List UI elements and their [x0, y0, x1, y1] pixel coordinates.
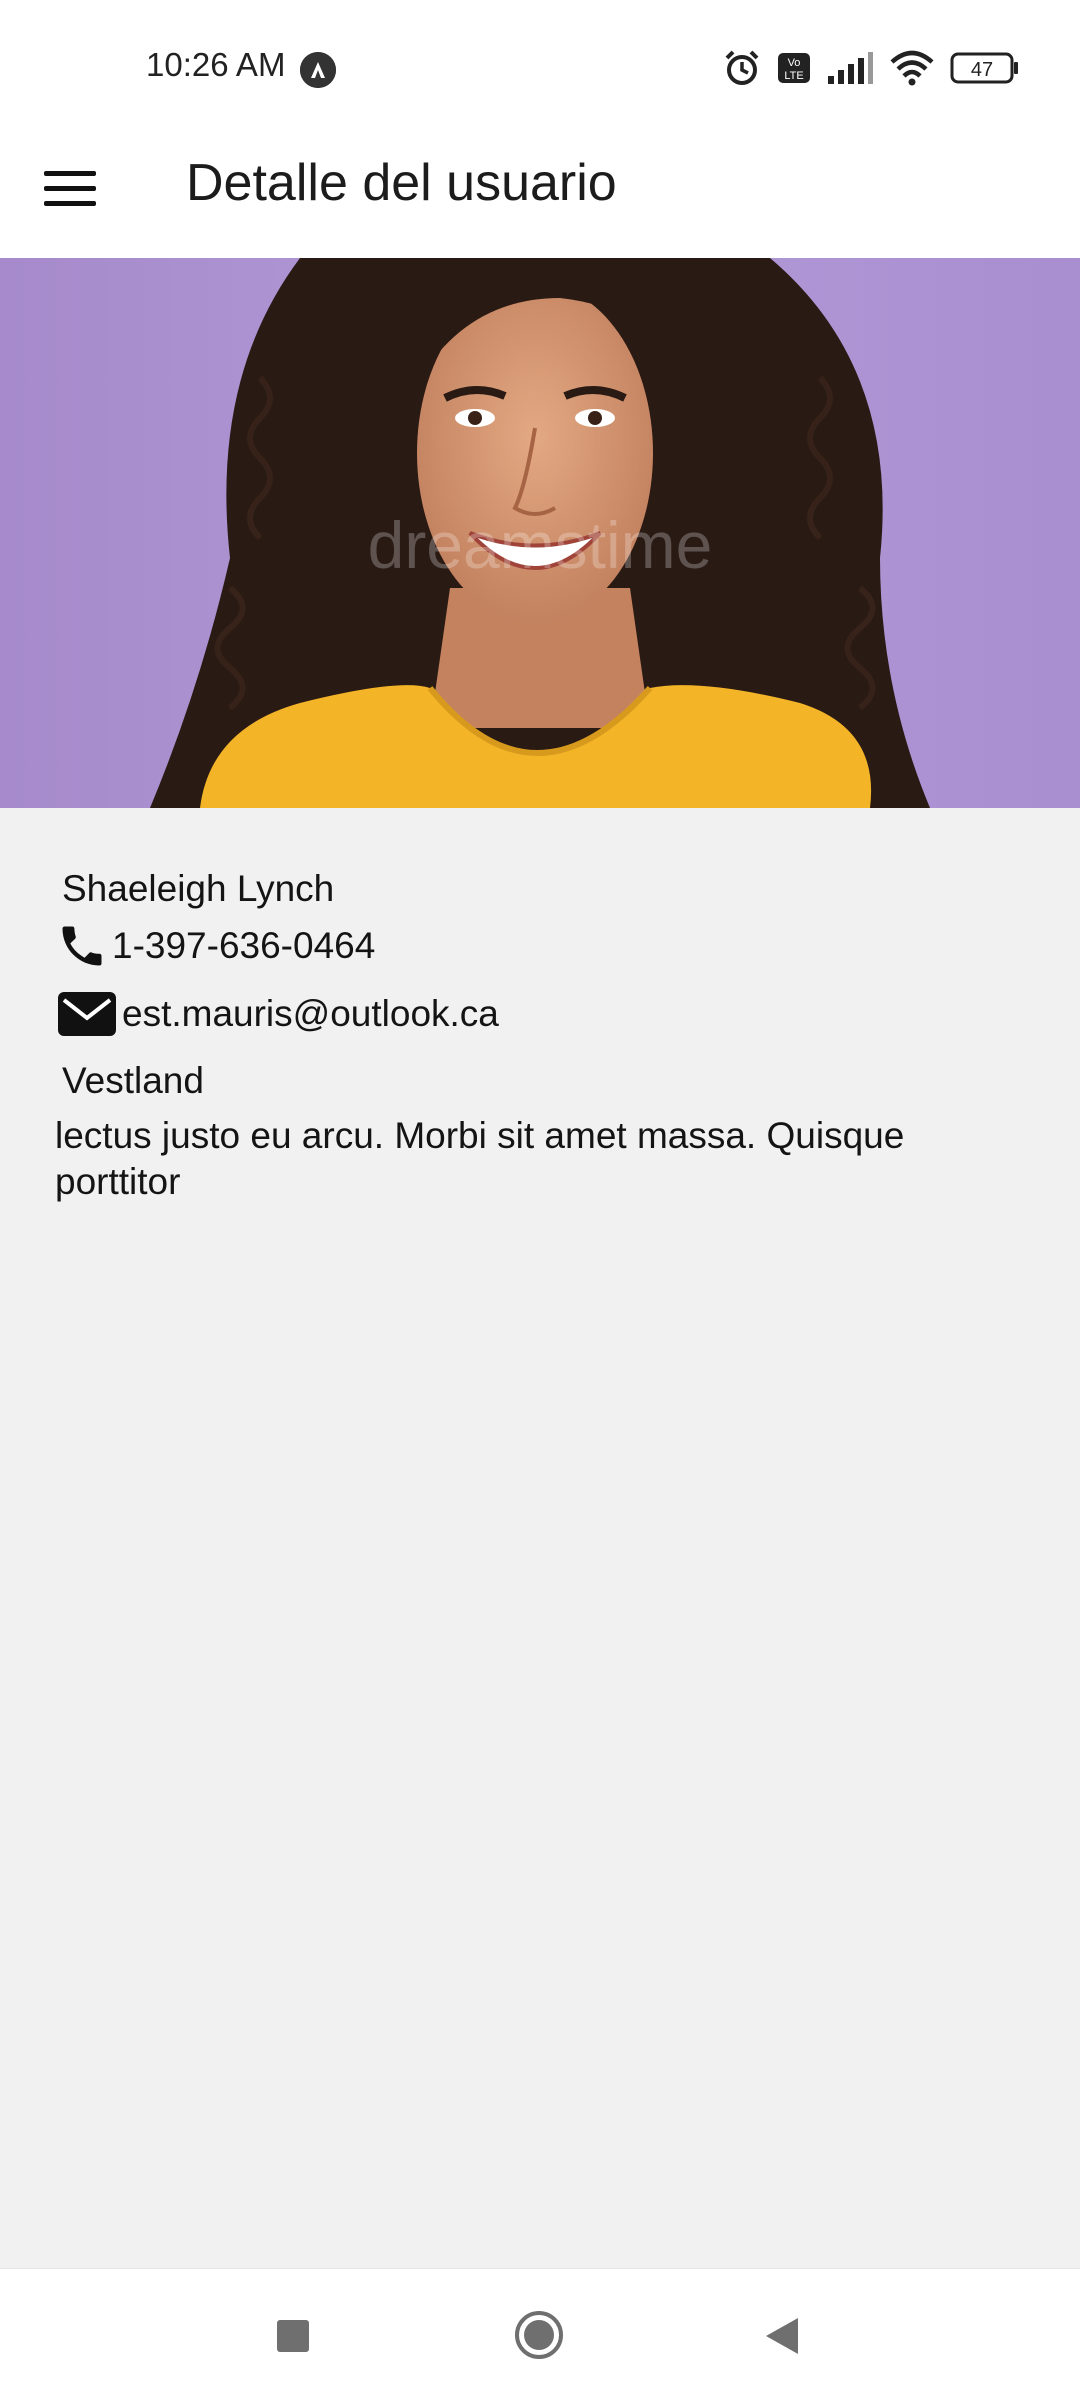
volte-icon: Vo LTE: [776, 50, 812, 91]
signal-icon: [826, 50, 874, 91]
page-title: Detalle del usuario: [186, 154, 617, 212]
status-icons: Vo LTE 47: [722, 48, 1020, 93]
email-icon: [56, 988, 118, 1040]
alarm-icon: [722, 48, 762, 93]
watermark-text: dreamstime: [368, 508, 713, 582]
back-triangle-icon[interactable]: [762, 2316, 802, 2361]
user-photo: dreamstime: [0, 258, 1080, 808]
battery-icon: 47: [950, 51, 1020, 90]
system-nav-bar: [0, 2268, 1080, 2400]
phone-number: 1-397-636-0464: [112, 925, 376, 966]
svg-text:47: 47: [971, 59, 993, 81]
phone-icon: [56, 920, 108, 972]
status-bar: 10:26 AM Vo LTE 47: [0, 0, 1080, 130]
home-circle-icon[interactable]: [513, 2309, 565, 2366]
user-region: Vestland: [62, 1060, 204, 1101]
email-row: est.mauris@outlook.ca: [56, 988, 499, 1040]
hamburger-menu-icon[interactable]: [44, 160, 100, 216]
phone-row: 1-397-636-0464: [56, 920, 375, 972]
app-notification-icon: [300, 52, 336, 88]
app-bar: Detalle del usuario: [0, 130, 1080, 258]
user-name: Shaeleigh Lynch: [62, 868, 335, 909]
wifi-icon: [888, 50, 936, 91]
user-description: lectus justo eu arcu. Morbi sit amet mas…: [55, 1115, 905, 1202]
svg-text:Vo: Vo: [788, 57, 801, 69]
email-address: est.mauris@outlook.ca: [122, 993, 499, 1034]
svg-text:LTE: LTE: [784, 70, 803, 82]
status-time: 10:26 AM: [146, 46, 286, 83]
recents-square-icon[interactable]: [276, 2319, 310, 2358]
user-details: Shaeleigh Lynch 1-397-636-0464 est.mauri…: [0, 808, 1080, 2268]
